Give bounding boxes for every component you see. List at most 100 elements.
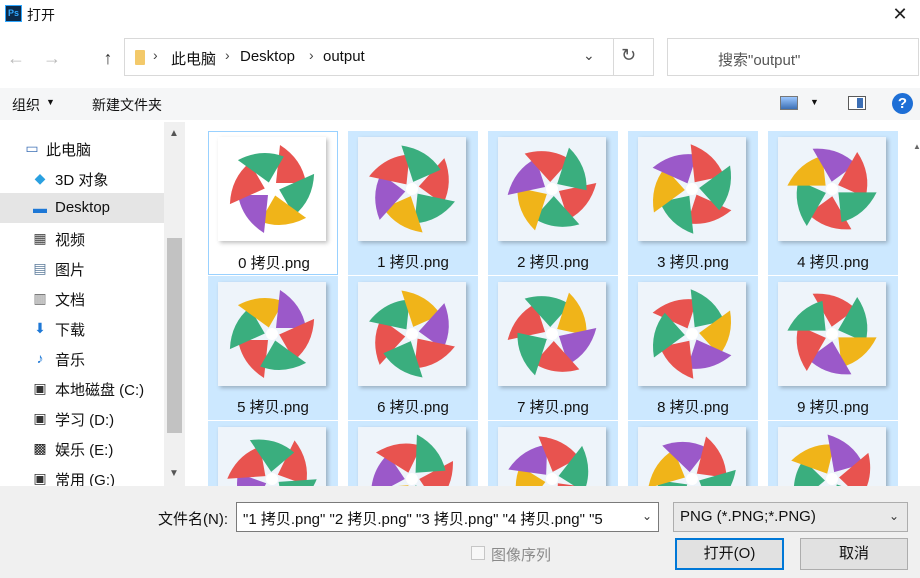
file-thumbnail xyxy=(498,137,606,241)
drive-g-icon: ▣ xyxy=(33,470,47,486)
back-button[interactable]: ← xyxy=(4,40,28,76)
sidebar-item[interactable]: ▦ 视频 xyxy=(0,223,164,253)
file-list-scrollbar[interactable]: ▲ xyxy=(913,122,920,486)
pinwheel-image xyxy=(652,289,732,379)
drive-c-icon: ▣ xyxy=(33,380,47,396)
sidebar-item[interactable]: ◆ 3D 对象 xyxy=(0,163,164,193)
close-button[interactable]: ✕ xyxy=(880,0,920,28)
sidebar-item-label: Desktop xyxy=(55,199,111,216)
file-thumbnail xyxy=(778,137,886,241)
file-tile[interactable] xyxy=(348,421,478,486)
file-name: 7 拷贝.png xyxy=(517,399,589,416)
file-tile[interactable]: 4 拷贝.png xyxy=(768,131,898,275)
new-folder-button[interactable]: 新建文件夹 xyxy=(92,95,162,115)
sidebar-item[interactable]: ▣ 学习 (D:) xyxy=(0,403,164,433)
breadcrumb-desktop[interactable]: Desktop xyxy=(240,48,295,65)
pinwheel-image xyxy=(229,290,315,378)
file-tile[interactable]: 0 拷贝.png xyxy=(208,131,338,275)
image-sequence-checkbox[interactable] xyxy=(471,546,485,560)
file-thumbnail xyxy=(358,427,466,486)
file-list: 0 拷贝.png 1 拷贝.png 2 拷贝.png 3 拷贝.png 4 拷贝.png… xyxy=(185,122,920,486)
sidebar-item-label: 文档 xyxy=(55,292,86,309)
sidebar-item[interactable]: ▬ Desktop xyxy=(0,193,164,223)
pinwheel-image xyxy=(229,145,315,233)
breadcrumb-this-pc[interactable]: 此电脑 xyxy=(171,48,216,69)
view-options-caret-icon[interactable]: ▼ xyxy=(810,97,819,107)
file-tile[interactable]: 3 拷贝.png xyxy=(628,131,758,275)
sidebar-item[interactable]: ▥ 文档 xyxy=(0,283,164,313)
file-name: 3 拷贝.png xyxy=(657,254,729,271)
file-tile[interactable] xyxy=(208,421,338,486)
file-tile[interactable]: 6 拷贝.png xyxy=(348,276,478,420)
filename-value[interactable]: "1 拷贝.png" "2 拷贝.png" "3 拷贝.png" "4 拷贝.p… xyxy=(243,508,633,529)
file-thumbnail xyxy=(358,137,466,241)
sidebar-item[interactable]: ▣ 本地磁盘 (C:) xyxy=(0,373,164,403)
sidebar-item-label: 下载 xyxy=(55,322,86,339)
title-bar: Ps 打开 ✕ xyxy=(0,0,920,28)
file-name: 6 拷贝.png xyxy=(377,399,449,416)
address-bar[interactable]: › 此电脑 › Desktop › output ⌄ ↻ xyxy=(124,38,654,76)
sidebar-item-label: 视频 xyxy=(55,232,86,249)
filename-dropdown-icon[interactable]: ⌄ xyxy=(642,509,652,523)
sidebar-item[interactable]: ♪ 音乐 xyxy=(0,343,164,373)
pinwheel-image xyxy=(507,147,597,231)
organize-caret-icon[interactable]: ▼ xyxy=(46,97,55,107)
sidebar-item[interactable]: ▤ 图片 xyxy=(0,253,164,283)
file-tile[interactable]: 9 拷贝.png xyxy=(768,276,898,420)
pictures-icon: ▤ xyxy=(33,260,47,276)
pinwheel-image xyxy=(369,145,455,233)
search-placeholder: 搜索"output" xyxy=(718,52,801,69)
filename-input[interactable]: "1 拷贝.png" "2 拷贝.png" "3 拷贝.png" "4 拷贝.p… xyxy=(236,502,659,532)
breadcrumb-separator-icon[interactable]: › xyxy=(309,47,314,63)
open-button[interactable]: 打开(O) xyxy=(675,538,784,570)
refresh-icon[interactable]: ↻ xyxy=(621,45,636,66)
up-button[interactable]: ↑ xyxy=(96,40,120,76)
file-tile[interactable]: 8 拷贝.png xyxy=(628,276,758,420)
file-tile[interactable] xyxy=(628,421,758,486)
forward-button[interactable]: → xyxy=(40,40,64,76)
file-tile[interactable]: 5 拷贝.png xyxy=(208,276,338,420)
photoshop-app-icon: Ps xyxy=(5,5,22,22)
pinwheel-image xyxy=(648,436,736,486)
documents-icon: ▥ xyxy=(33,290,47,306)
scroll-down-arrow-icon[interactable]: ▼ xyxy=(169,468,179,479)
search-input[interactable]: 搜索"output" xyxy=(667,38,919,76)
bottom-panel: 文件名(N): "1 拷贝.png" "2 拷贝.png" "3 拷贝.png"… xyxy=(0,486,920,578)
file-type-select[interactable]: PNG (*.PNG;*.PNG) ⌄ xyxy=(673,502,908,532)
file-tile[interactable]: 2 拷贝.png xyxy=(488,131,618,275)
breadcrumb-output[interactable]: output xyxy=(323,48,365,65)
file-tile[interactable] xyxy=(488,421,618,486)
breadcrumb-separator-icon[interactable]: › xyxy=(225,47,230,63)
file-thumbnail xyxy=(498,282,606,386)
drive-d-icon: ▣ xyxy=(33,410,47,426)
preview-pane-icon[interactable] xyxy=(848,96,866,110)
navigation-pane: ▭ 此电脑 ◆ 3D 对象 ▬ Desktop ▦ 视频 ▤ 图片 ▥ 文档 ⬇ 下载 ♪ 音乐 ▣ 本地磁盘 (… xyxy=(0,122,185,486)
sidebar-scroll-thumb[interactable] xyxy=(167,238,182,433)
image-sequence-label: 图像序列 xyxy=(491,547,552,564)
change-view-icon[interactable] xyxy=(780,96,798,110)
download-icon: ⬇ xyxy=(34,320,46,336)
sidebar-item[interactable]: ▭ 此电脑 xyxy=(0,133,164,163)
file-tile[interactable] xyxy=(768,421,898,486)
scroll-up-arrow-icon[interactable]: ▲ xyxy=(169,128,179,139)
sidebar-item[interactable]: ▩ 娱乐 (E:) xyxy=(0,433,164,463)
file-tile[interactable]: 1 拷贝.png xyxy=(348,131,478,275)
sidebar-scrollbar[interactable]: ▲ ▼ xyxy=(164,122,185,486)
sidebar-item-label: 3D 对象 xyxy=(55,172,109,189)
address-history-dropdown[interactable]: ⌄ xyxy=(583,47,595,64)
scroll-up-arrow-icon[interactable]: ▲ xyxy=(913,142,920,151)
file-thumbnail xyxy=(778,427,886,486)
file-thumbnail xyxy=(638,282,746,386)
organize-menu[interactable]: 组织 xyxy=(12,95,40,115)
file-thumbnail xyxy=(778,282,886,386)
pinwheel-image xyxy=(369,290,455,378)
cancel-button[interactable]: 取消 xyxy=(800,538,908,570)
sidebar-item[interactable]: ▣ 常用 (G:) xyxy=(0,463,164,486)
help-icon[interactable]: ? xyxy=(892,93,913,114)
pinwheel-image xyxy=(787,148,877,230)
file-type-dropdown-icon[interactable]: ⌄ xyxy=(889,509,899,523)
sidebar-item[interactable]: ⬇ 下载 xyxy=(0,313,164,343)
file-thumbnail xyxy=(218,137,326,241)
file-tile[interactable]: 7 拷贝.png xyxy=(488,276,618,420)
breadcrumb-separator-icon[interactable]: › xyxy=(153,47,158,63)
